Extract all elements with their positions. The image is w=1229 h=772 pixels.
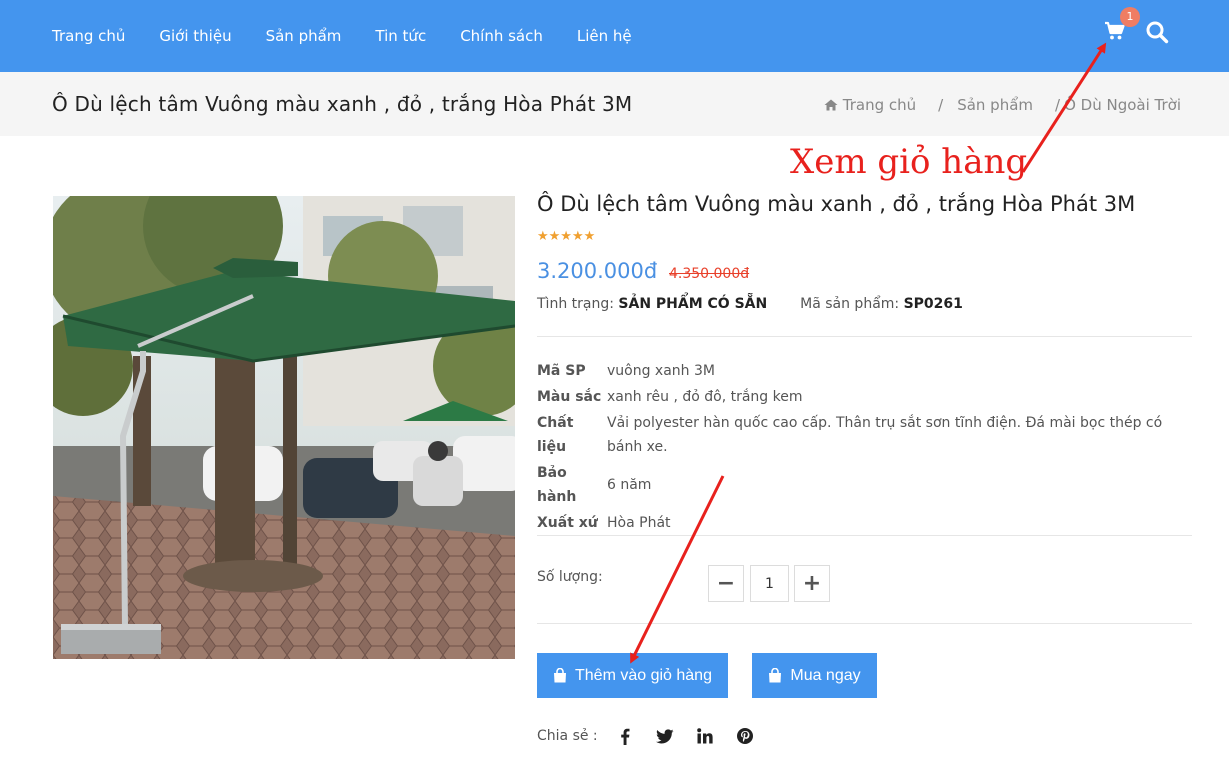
product-title: Ô Dù lệch tâm Vuông màu xanh , đỏ , trắn… [537, 192, 1136, 216]
breadcrumb: Trang chủ / Sản phẩm / Ô Dù Ngoài Trời [824, 96, 1181, 114]
breadcrumb-category[interactable]: Ô Dù Ngoài Trời [1064, 96, 1181, 114]
sku-label: Mã sản phẩm: [800, 296, 900, 312]
facebook-icon[interactable] [614, 727, 636, 745]
spec-label: Màu sắc [537, 389, 602, 405]
add-to-cart-label: Thêm vào giỏ hàng [575, 666, 712, 684]
product-image[interactable] [53, 196, 515, 659]
spec-row: Màu sắc xanh rêu , đỏ đô, trắng kem [537, 384, 1192, 410]
buy-now-label: Mua ngay [790, 666, 861, 684]
breadcrumb-separator: / [1055, 96, 1061, 114]
spec-row: Mã SP vuông xanh 3M [537, 358, 1192, 384]
breadcrumb-bar: Ô Dù lệch tâm Vuông màu xanh , đỏ , trắn… [0, 72, 1229, 136]
quantity-label: Số lượng: [537, 569, 603, 585]
page-title: Ô Dù lệch tâm Vuông màu xanh , đỏ , trắn… [52, 92, 633, 116]
spec-label: Chất liệu [537, 415, 574, 455]
divider [537, 623, 1192, 624]
annotation-view-cart: Xem giỏ hàng [790, 142, 1028, 182]
nav-item-products[interactable]: Sản phẩm [266, 27, 342, 45]
spec-value: xanh rêu , đỏ đô, trắng kem [607, 389, 803, 405]
status-line: Tình trạng: SẢN PHẨM CÓ SẴN Mã sản phẩm:… [537, 296, 963, 312]
umbrella-photo [53, 196, 515, 659]
cart-count-badge: 1 [1120, 7, 1140, 27]
spec-value: 6 năm [607, 477, 652, 493]
spec-value: Hòa Phát [607, 515, 671, 531]
spec-table: Mã SP vuông xanh 3M Màu sắc xanh rêu , đ… [537, 358, 1192, 536]
twitter-icon[interactable] [654, 727, 676, 745]
quantity-input[interactable] [750, 565, 789, 602]
share-bar: Chia sẻ : [537, 727, 756, 745]
nav-item-news[interactable]: Tin tức [375, 27, 426, 45]
shopping-bag-icon [554, 668, 566, 683]
spec-row: Bảo hành 6 năm [537, 460, 1192, 510]
quantity-plus-button[interactable]: + [794, 565, 830, 602]
nav-item-about[interactable]: Giới thiệu [159, 27, 231, 45]
nav-item-home[interactable]: Trang chủ [52, 27, 125, 45]
breadcrumb-home[interactable]: Trang chủ [843, 96, 916, 114]
buy-now-button[interactable]: Mua ngay [752, 653, 877, 698]
spec-label: Mã SP [537, 363, 586, 379]
minus-icon: − [716, 571, 736, 596]
nav-item-policy[interactable]: Chính sách [460, 27, 543, 45]
nav-item-contact[interactable]: Liên hệ [577, 27, 632, 45]
divider [537, 336, 1192, 337]
product-price: 3.200.000đ [537, 259, 658, 283]
status-label: Tình trạng: [537, 296, 614, 312]
breadcrumb-products[interactable]: Sản phẩm [957, 96, 1033, 114]
spec-row: Chất liệu Vải polyester hàn quốc cao cấp… [537, 410, 1192, 460]
spec-value: vuông xanh 3M [607, 363, 715, 379]
pinterest-icon[interactable] [734, 727, 756, 745]
product-old-price: 4.350.000đ [669, 266, 750, 282]
spec-row: Xuất xứ Hòa Phát [537, 510, 1192, 536]
main-menu: Trang chủ Giới thiệu Sản phẩm Tin tức Ch… [52, 0, 666, 72]
spec-label: Xuất xứ [537, 515, 598, 531]
quantity-minus-button[interactable]: − [708, 565, 744, 602]
sku-value: SP0261 [903, 296, 963, 312]
breadcrumb-separator: / [938, 96, 944, 114]
home-icon [824, 99, 838, 111]
spec-value: Vải polyester hàn quốc cao cấp. Thân trụ… [607, 415, 1163, 455]
rating-stars: ★★★★★ [537, 229, 596, 244]
linkedin-icon[interactable] [694, 727, 716, 745]
shopping-bag-icon [769, 668, 782, 683]
status-value: SẢN PHẨM CÓ SẴN [618, 296, 768, 312]
top-navbar: Trang chủ Giới thiệu Sản phẩm Tin tức Ch… [0, 0, 1229, 72]
add-to-cart-button[interactable]: Thêm vào giỏ hàng [537, 653, 728, 698]
share-label: Chia sẻ : [537, 728, 598, 744]
plus-icon: + [802, 571, 822, 596]
search-button[interactable] [1145, 20, 1169, 44]
search-icon [1146, 21, 1169, 44]
divider [537, 535, 1192, 536]
spec-label: Bảo hành [537, 465, 577, 505]
